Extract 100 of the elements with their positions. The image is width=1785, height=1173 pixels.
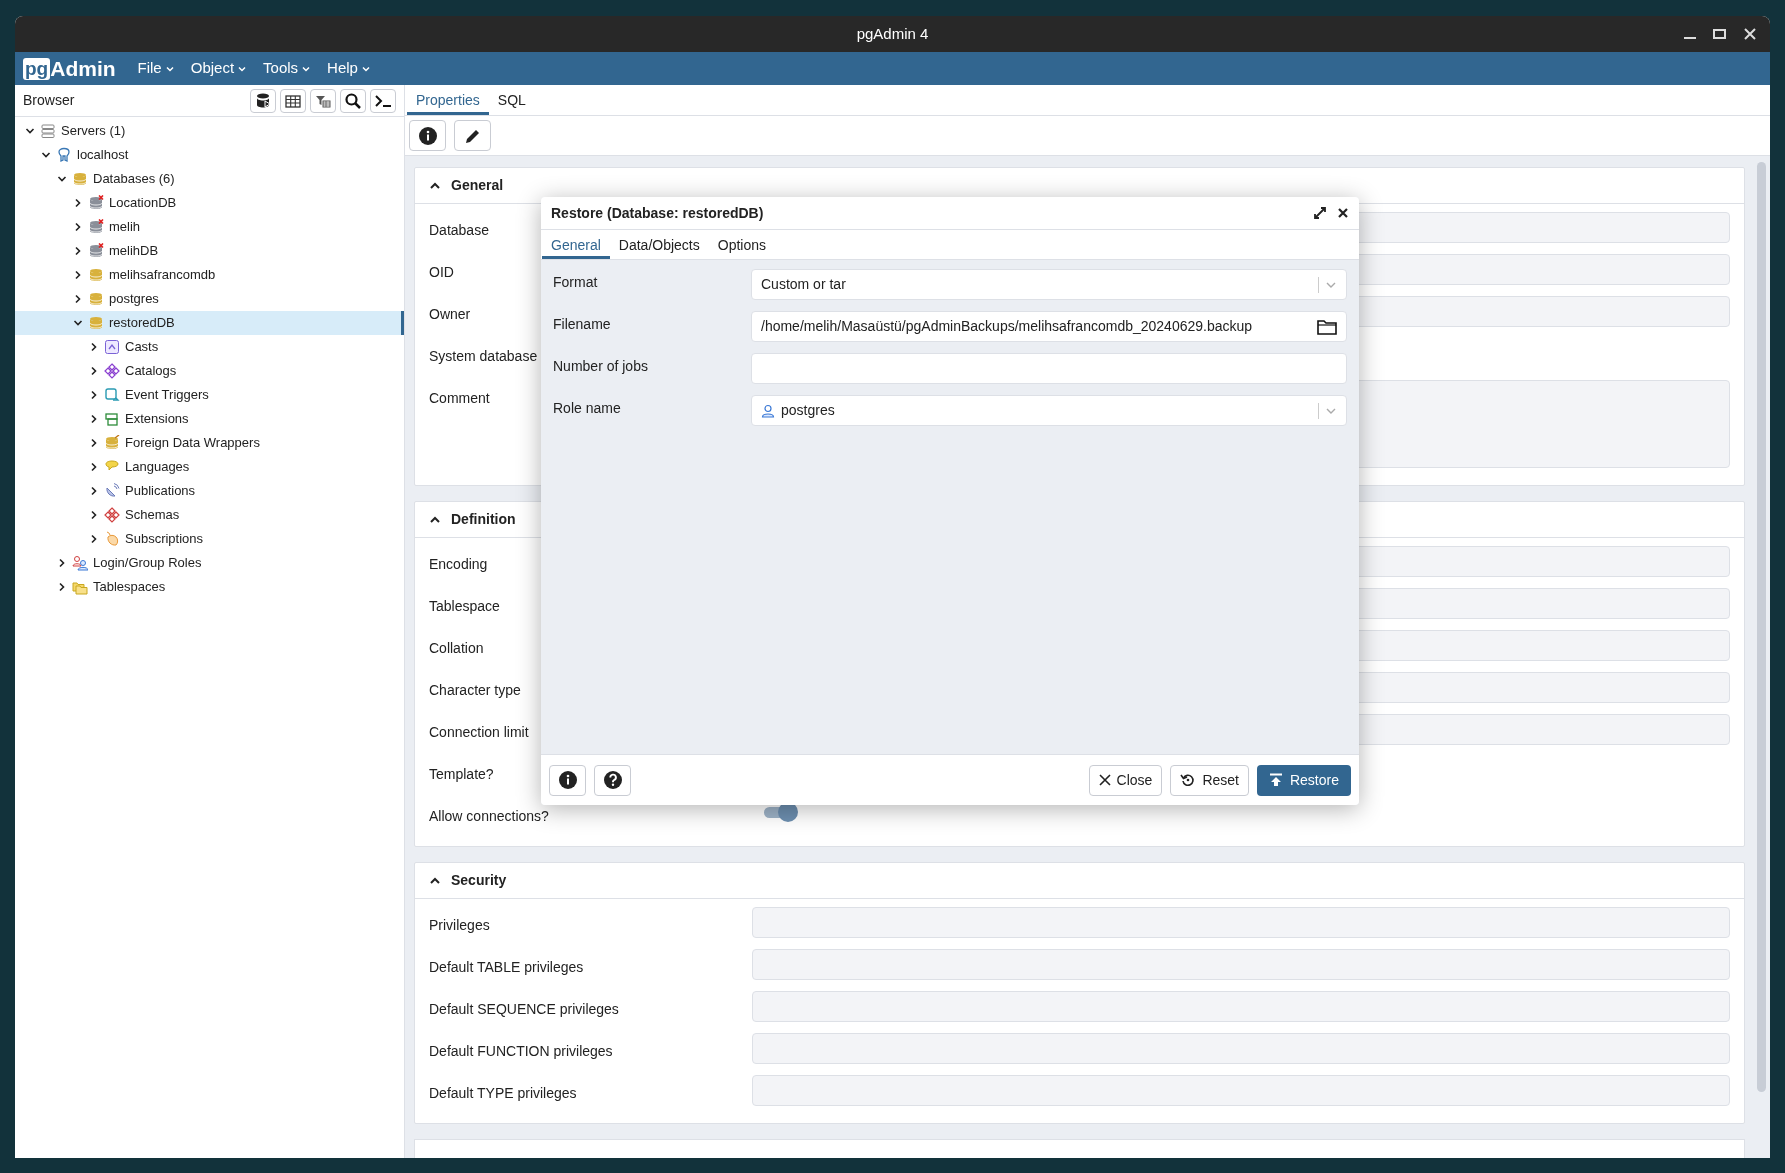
tree-item-label[interactable]: Casts (125, 337, 159, 357)
table-button[interactable] (280, 88, 306, 113)
chevron-right-icon[interactable] (89, 510, 99, 520)
maximize-icon[interactable] (1712, 26, 1728, 42)
input-field[interactable] (752, 1075, 1730, 1106)
tree-item-label[interactable]: Foreign Data Wrappers (125, 433, 260, 453)
chevron-right-icon[interactable] (89, 534, 99, 544)
tree-item-label[interactable]: Tablespaces (93, 577, 166, 597)
field-label: Privileges (429, 917, 490, 933)
app-logo: pg Admin (23, 55, 116, 82)
chevron-right-icon[interactable] (73, 246, 83, 256)
search-button[interactable] (340, 88, 366, 113)
close-icon[interactable] (1337, 207, 1349, 219)
field-label: Number of jobs (553, 357, 649, 376)
dialog-title: Restore (Database: restoredDB) (551, 203, 764, 223)
format-dropdown[interactable]: Custom or tar (751, 269, 1347, 300)
info-button[interactable] (549, 764, 586, 796)
chevron-right-icon[interactable] (89, 462, 99, 472)
terminal-button[interactable] (370, 88, 396, 113)
input-field[interactable] (751, 353, 1347, 384)
chevron-right-icon[interactable] (89, 414, 99, 424)
field-label: Format (553, 273, 599, 292)
field-label: Connection limit (429, 724, 529, 740)
tree-item-label[interactable]: Catalogs (125, 361, 177, 381)
field-label: Default TABLE privileges (429, 959, 584, 975)
casts-icon (104, 339, 120, 355)
database-icon (72, 171, 88, 187)
edit-button[interactable] (454, 120, 491, 151)
chevron-right-icon[interactable] (57, 558, 67, 568)
input-field[interactable] (752, 907, 1730, 938)
tree-item-label[interactable]: Servers (1) (61, 121, 126, 141)
tab[interactable]: General (542, 230, 610, 259)
section-header[interactable]: Security (415, 863, 1744, 899)
field-label: Default SEQUENCE privileges (429, 1001, 619, 1017)
chevron-down-icon[interactable] (25, 126, 35, 136)
field-label: OID (429, 264, 454, 280)
menu-item[interactable]: File (137, 57, 175, 80)
chevron-right-icon[interactable] (89, 438, 99, 448)
tab[interactable]: Options (708, 230, 775, 259)
menu-item[interactable]: Help (327, 57, 371, 80)
folder-icon[interactable] (1317, 318, 1337, 335)
tree-item-label[interactable]: melih (109, 217, 141, 237)
field-label: Database (429, 222, 489, 238)
info-icon (557, 770, 578, 790)
tree-item-label[interactable]: melihDB (109, 241, 159, 261)
chevron-right-icon[interactable] (73, 198, 83, 208)
filter-table-button[interactable] (310, 88, 336, 113)
tree-item-label[interactable]: postgres (109, 289, 159, 309)
tree-item-label[interactable]: Event Triggers (125, 385, 209, 405)
chevron-right-icon[interactable] (89, 390, 99, 400)
tree-item-label[interactable]: Publications (125, 481, 196, 501)
field-label: Encoding (429, 556, 488, 572)
tree-item-label[interactable]: localhost (77, 145, 129, 165)
close-button[interactable]: Close (1088, 764, 1163, 796)
chevron-down-icon[interactable] (73, 318, 83, 328)
chevron-right-icon[interactable] (73, 270, 83, 280)
chevron-right-icon[interactable] (57, 582, 67, 592)
info-button[interactable] (409, 120, 446, 151)
tree-item-label[interactable]: Subscriptions (125, 529, 204, 549)
tab[interactable]: SQL (488, 85, 535, 115)
tree-item-label[interactable]: Schemas (125, 505, 180, 525)
tab[interactable]: Data/Objects (609, 230, 709, 259)
scrollbar[interactable] (1757, 162, 1766, 1092)
tree-item[interactable]: restoredDB (15, 311, 404, 335)
input-field[interactable] (752, 1033, 1730, 1064)
role-dropdown[interactable]: postgres (751, 395, 1347, 426)
chevron-down-icon[interactable] (41, 150, 51, 160)
chevron-down-icon[interactable] (57, 174, 67, 184)
close-icon[interactable] (1742, 26, 1758, 42)
tree-item-label[interactable]: melihsafrancomdb (109, 265, 216, 285)
close-icon (1098, 774, 1111, 786)
restore-button[interactable]: Restore (1256, 764, 1351, 796)
chevron-right-icon[interactable] (89, 486, 99, 496)
database-button[interactable] (250, 88, 276, 113)
help-button[interactable] (594, 764, 631, 796)
chevron-right-icon[interactable] (73, 294, 83, 304)
input-field[interactable] (752, 949, 1730, 980)
field-label: Owner (429, 306, 471, 322)
tree-item-label[interactable]: Languages (125, 457, 190, 477)
chevron-right-icon[interactable] (73, 222, 83, 232)
folders-icon (72, 579, 88, 595)
expand-icon[interactable] (1313, 206, 1327, 220)
field-label: Character type (429, 682, 521, 698)
input-field[interactable] (752, 991, 1730, 1022)
tree-item-label[interactable]: Login/Group Roles (93, 553, 202, 573)
menu-item[interactable]: Object (190, 57, 248, 80)
reset-button[interactable]: Reset (1170, 764, 1249, 796)
triggers-icon (104, 387, 120, 403)
chevron-right-icon[interactable] (89, 342, 99, 352)
tree-item-label[interactable]: LocationDB (109, 193, 177, 213)
field-value: postgres (781, 401, 835, 420)
input-field[interactable]: /home/melih/Masaüstü/pgAdminBackups/melihsafrancomdb_20240629.backup (751, 311, 1347, 342)
tab[interactable]: Properties (407, 85, 489, 115)
diamonds-icon (104, 363, 120, 379)
tree-item-label[interactable]: Databases (6) (93, 169, 175, 189)
tree-item-label[interactable]: restoredDB (109, 313, 175, 333)
chevron-right-icon[interactable] (89, 366, 99, 376)
tree-item-label[interactable]: Extensions (125, 409, 189, 429)
users-icon (72, 555, 88, 571)
menu-item[interactable]: Tools (263, 57, 312, 80)
